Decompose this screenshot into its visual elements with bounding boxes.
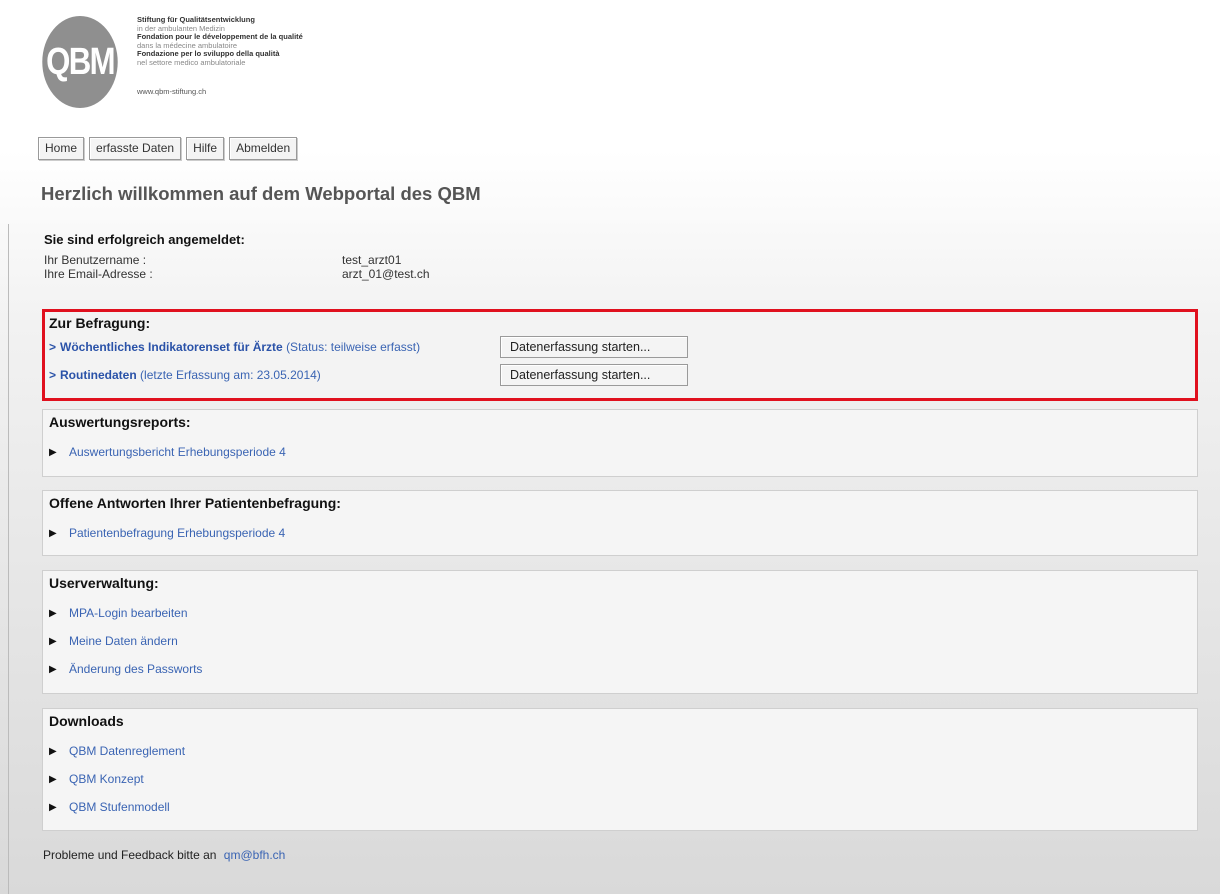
triangle-right-icon: ▶	[49, 663, 57, 675]
foundation-name: Stiftung für Qualitätsentwicklung in der…	[137, 15, 303, 67]
list-item[interactable]: ▶ Patientenbefragung Erhebungsperiode 4	[49, 519, 1191, 547]
list-item[interactable]: ▶ QBM Konzept	[49, 765, 1191, 793]
routine-data-link[interactable]: Routinedaten	[60, 368, 137, 382]
email-row: Ihre Email-Adresse : arzt_01@test.ch	[44, 267, 544, 281]
triangle-right-icon: ▶	[49, 745, 57, 757]
survey-item: > Routinedaten (letzte Erfassung am: 23.0…	[49, 361, 1191, 389]
survey-item-text: > Routinedaten (letzte Erfassung am: 23.0…	[49, 368, 500, 382]
list-item[interactable]: ▶ Auswertungsbericht Erhebungsperiode 4	[49, 438, 1191, 466]
triangle-right-icon: ▶	[49, 607, 57, 619]
triangle-right-icon: ▶	[49, 773, 57, 785]
weekly-indicator-link[interactable]: Wöchentliches Indikatorenset für Ärzte	[60, 340, 283, 354]
reports-title: Auswertungsreports:	[49, 414, 191, 430]
arrow-marker: >	[49, 340, 57, 354]
list-item[interactable]: ▶ QBM Stufenmodell	[49, 793, 1191, 821]
report-link[interactable]: Auswertungsbericht Erhebungsperiode 4	[69, 445, 286, 459]
footer: Probleme und Feedback bitte an qm@bfh.ch	[43, 848, 285, 862]
list-item[interactable]: ▶ Änderung des Passworts	[49, 655, 1191, 683]
qbm-logo: QBM	[42, 16, 118, 108]
start-data-entry-button[interactable]: Datenerfassung starten...	[500, 364, 688, 386]
start-data-entry-button[interactable]: Datenerfassung starten...	[500, 336, 688, 358]
email-label: Ihre Email-Adresse :	[44, 267, 153, 281]
login-heading: Sie sind erfolgreich angemeldet:	[44, 232, 245, 247]
list-item[interactable]: ▶ QBM Datenreglement	[49, 737, 1191, 765]
foundation-url: www.qbm-stiftung.ch	[137, 87, 207, 96]
main-nav: Home erfasste Daten Hilfe Abmelden	[38, 137, 298, 160]
login-info: Sie sind erfolgreich angemeldet: Ihr Ben…	[44, 232, 544, 281]
data-regulation-link[interactable]: QBM Datenreglement	[69, 744, 185, 758]
user-management-section: Userverwaltung: ▶ MPA-Login bearbeiten ▶…	[42, 570, 1198, 694]
change-password-link[interactable]: Änderung des Passworts	[69, 662, 202, 676]
logo-block: QBM Stiftung für Qualitätsentwicklung in…	[34, 6, 454, 116]
triangle-right-icon: ▶	[49, 446, 57, 458]
page-title: Herzlich willkommen auf dem Webportal de…	[41, 183, 481, 204]
survey-item-text: > Wöchentliches Indikatorenset für Ärzte …	[49, 340, 500, 354]
patient-survey-link[interactable]: Patientenbefragung Erhebungsperiode 4	[69, 526, 285, 540]
list-item[interactable]: ▶ Meine Daten ändern	[49, 627, 1191, 655]
survey-section: Zur Befragung: > Wöchentliches Indikatore…	[42, 309, 1198, 401]
survey-status: (letzte Erfassung am: 23.05.2014)	[140, 368, 321, 382]
triangle-right-icon: ▶	[49, 635, 57, 647]
reports-section: Auswertungsreports: ▶ Auswertungsbericht…	[42, 409, 1198, 477]
list-item[interactable]: ▶ MPA-Login bearbeiten	[49, 599, 1191, 627]
captured-data-button[interactable]: erfasste Daten	[89, 137, 182, 160]
survey-item: > Wöchentliches Indikatorenset für Ärzte …	[49, 333, 1191, 361]
username-row: Ihr Benutzername : test_arzt01	[44, 253, 544, 267]
mpa-login-link[interactable]: MPA-Login bearbeiten	[69, 606, 188, 620]
survey-title: Zur Befragung:	[49, 315, 151, 331]
foundation-line: nel settore medico ambulatoriale	[137, 57, 246, 67]
username-value: test_arzt01	[342, 253, 402, 267]
level-model-link[interactable]: QBM Stufenmodell	[69, 800, 170, 814]
logout-button[interactable]: Abmelden	[229, 137, 298, 160]
open-answers-title: Offene Antworten Ihrer Patientenbefragun…	[49, 495, 341, 511]
home-button[interactable]: Home	[38, 137, 85, 160]
email-value: arzt_01@test.ch	[342, 267, 430, 281]
triangle-right-icon: ▶	[49, 801, 57, 813]
triangle-right-icon: ▶	[49, 527, 57, 539]
feedback-email-link[interactable]: qm@bfh.ch	[224, 848, 286, 862]
username-label: Ihr Benutzername :	[44, 253, 147, 267]
arrow-marker: >	[49, 368, 57, 382]
change-data-link[interactable]: Meine Daten ändern	[69, 634, 178, 648]
survey-status: (Status: teilweise erfasst)	[286, 340, 421, 354]
user-management-title: Userverwaltung:	[49, 575, 159, 591]
concept-link[interactable]: QBM Konzept	[69, 772, 144, 786]
footer-text: Probleme und Feedback bitte an	[43, 848, 217, 862]
downloads-section: Downloads ▶ QBM Datenreglement ▶ QBM Kon…	[42, 708, 1198, 831]
help-button[interactable]: Hilfe	[186, 137, 225, 160]
downloads-title: Downloads	[49, 713, 124, 729]
open-answers-section: Offene Antworten Ihrer Patientenbefragun…	[42, 490, 1198, 556]
